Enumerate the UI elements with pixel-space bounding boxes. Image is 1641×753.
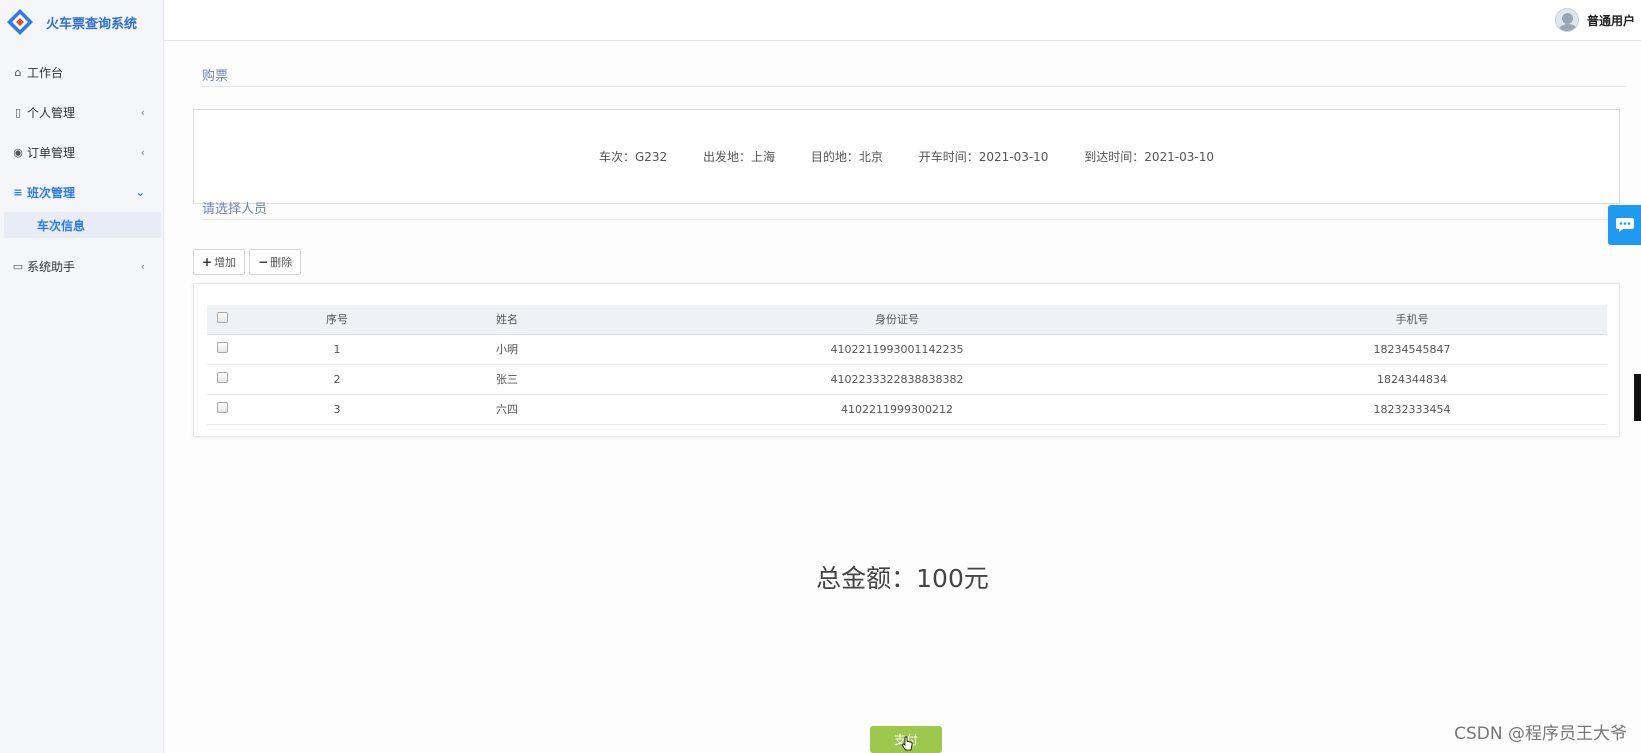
plus-icon: +: [202, 255, 213, 269]
destination: 目的地：北京: [810, 150, 883, 164]
table-row[interactable]: 2 张三 4102233322838838382 1824344834: [207, 364, 1607, 395]
laptop-icon: ▭: [12, 259, 24, 273]
table-header-row: 序号 姓名 身份证号 手机号: [207, 305, 1607, 335]
brand[interactable]: 火车票查询系统: [0, 0, 163, 44]
column-header[interactable]: 姓名: [437, 305, 577, 335]
add-label: 增加: [214, 256, 237, 269]
cell-id-card: 410221199300114223​5: [577, 334, 1217, 365]
minus-icon: −: [258, 255, 269, 269]
sidebar: 火车票查询系统 ⌂ 工作台 ▯ 个人管理 ‹ ◉ 订单管理 ‹ ≡ 班次管理 ⌄…: [0, 0, 164, 753]
list-icon: ≡: [13, 185, 23, 199]
trip-info: 车次：G232 出发地：上海 目的地：北京 开车时间：2021-03-10 到达…: [194, 148, 1619, 165]
app-title: 火车票查询系统: [46, 16, 138, 32]
location-pin-icon: ◉: [13, 145, 23, 159]
cell-name: 张三: [437, 364, 577, 395]
delete-label: 删除: [270, 256, 293, 269]
row-checkbox[interactable]: [216, 342, 228, 353]
cell-no: 2: [237, 364, 437, 395]
select-all-checkbox[interactable]: [216, 312, 228, 324]
delete-passenger-button[interactable]: − 删除: [249, 249, 302, 275]
table-row[interactable]: 3 六四 4102211999300212 18232333454: [207, 394, 1607, 425]
watermark: CSDN @程序员王大爷: [1454, 724, 1627, 744]
main-content: 购票 车次：G232 出发地：上海 目的地：北京 开车时间：2021-03-10…: [164, 41, 1641, 753]
cell-phone: 1824344834: [1217, 364, 1607, 395]
cell-name: 小明: [437, 334, 577, 365]
sidebar-item-label: 个人管理: [27, 105, 76, 120]
home-icon: ⌂: [14, 65, 22, 79]
add-passenger-button[interactable]: + 增加: [193, 249, 246, 275]
passenger-table: 序号 姓名 身份证号 手机号 1 小明 410221199300114223​5…: [207, 305, 1607, 425]
diamond-logo-icon: [6, 8, 34, 36]
table-row[interactable]: 1 小明 410221199300114223​5 18234545847: [207, 334, 1607, 365]
arrive-time: 到达时间：2021-03-10: [1084, 150, 1215, 164]
column-header[interactable]: 身份证号: [577, 305, 1217, 335]
origin: 出发地：上海: [703, 150, 776, 164]
depart-time: 开车时间：2021-03-10: [918, 150, 1049, 164]
side-tab[interactable]: [1634, 374, 1641, 421]
cell-id-card: 4102233322838838382: [577, 364, 1217, 395]
hand-cursor-icon: [901, 736, 913, 751]
chevron-left-icon: ‹: [140, 259, 145, 273]
sidebar-item-shifts[interactable]: ≡ 班次管理 ⌄: [0, 172, 163, 212]
column-header[interactable]: 序号: [237, 305, 437, 335]
chevron-down-icon: ⌄: [135, 185, 145, 199]
cell-phone: 18232333454: [1217, 394, 1607, 425]
cell-no: 1: [237, 334, 437, 365]
sidebar-nav: ⌂ 工作台 ▯ 个人管理 ‹ ◉ 订单管理 ‹ ≡ 班次管理 ⌄ 车次信息 ▭ …: [0, 52, 163, 286]
row-checkbox[interactable]: [216, 372, 228, 383]
column-header[interactable]: 手机号: [1217, 305, 1607, 335]
chevron-left-icon: ‹: [140, 105, 145, 119]
divider: [202, 219, 1626, 220]
user-menu[interactable]: 普通用户: [1554, 8, 1635, 32]
cell-no: 3: [237, 394, 437, 425]
chat-bubble-icon: [1615, 218, 1634, 232]
sidebar-item-label: 系统助手: [27, 259, 76, 274]
pay-button[interactable]: 支付: [870, 726, 942, 753]
passenger-table-panel: 序号 姓名 身份证号 手机号 1 小明 410221199300114223​5…: [193, 283, 1620, 437]
sidebar-item-workbench[interactable]: ⌂ 工作台: [0, 52, 163, 92]
id-card-icon: ▯: [14, 105, 22, 119]
trip-info-panel: 车次：G232 出发地：上海 目的地：北京 开车时间：2021-03-10 到达…: [193, 109, 1620, 204]
cell-phone: 18234545847: [1217, 334, 1607, 365]
passenger-toolbar: + 增加 − 删除: [193, 249, 305, 275]
avatar: [1554, 8, 1579, 32]
sidebar-item-orders[interactable]: ◉ 订单管理 ‹: [0, 132, 163, 172]
chat-float-button[interactable]: [1608, 205, 1641, 245]
passenger-section-title: 请选择人员: [202, 202, 268, 217]
sidebar-item-assistant[interactable]: ▭ 系统助手 ‹: [0, 246, 163, 286]
sidebar-item-label: 班次管理: [27, 185, 76, 200]
sidebar-item-label: 工作台: [27, 65, 64, 80]
row-checkbox[interactable]: [216, 402, 228, 413]
train-number: 车次：G232: [598, 150, 668, 164]
cell-id-card: 4102211999300212: [577, 394, 1217, 425]
sidebar-item-personal[interactable]: ▯ 个人管理 ‹: [0, 92, 163, 132]
top-bar: 普通用户: [164, 0, 1641, 41]
divider: [202, 86, 1626, 87]
chevron-left-icon: ‹: [140, 145, 145, 159]
sidebar-subitem-train-info[interactable]: 车次信息: [4, 212, 161, 238]
purchase-section-title: 购票: [202, 69, 229, 84]
sidebar-item-label: 订单管理: [27, 145, 76, 160]
user-name: 普通用户: [1586, 13, 1635, 28]
cell-name: 六四: [437, 394, 577, 425]
total-amount: 总金额：100元: [816, 564, 989, 593]
